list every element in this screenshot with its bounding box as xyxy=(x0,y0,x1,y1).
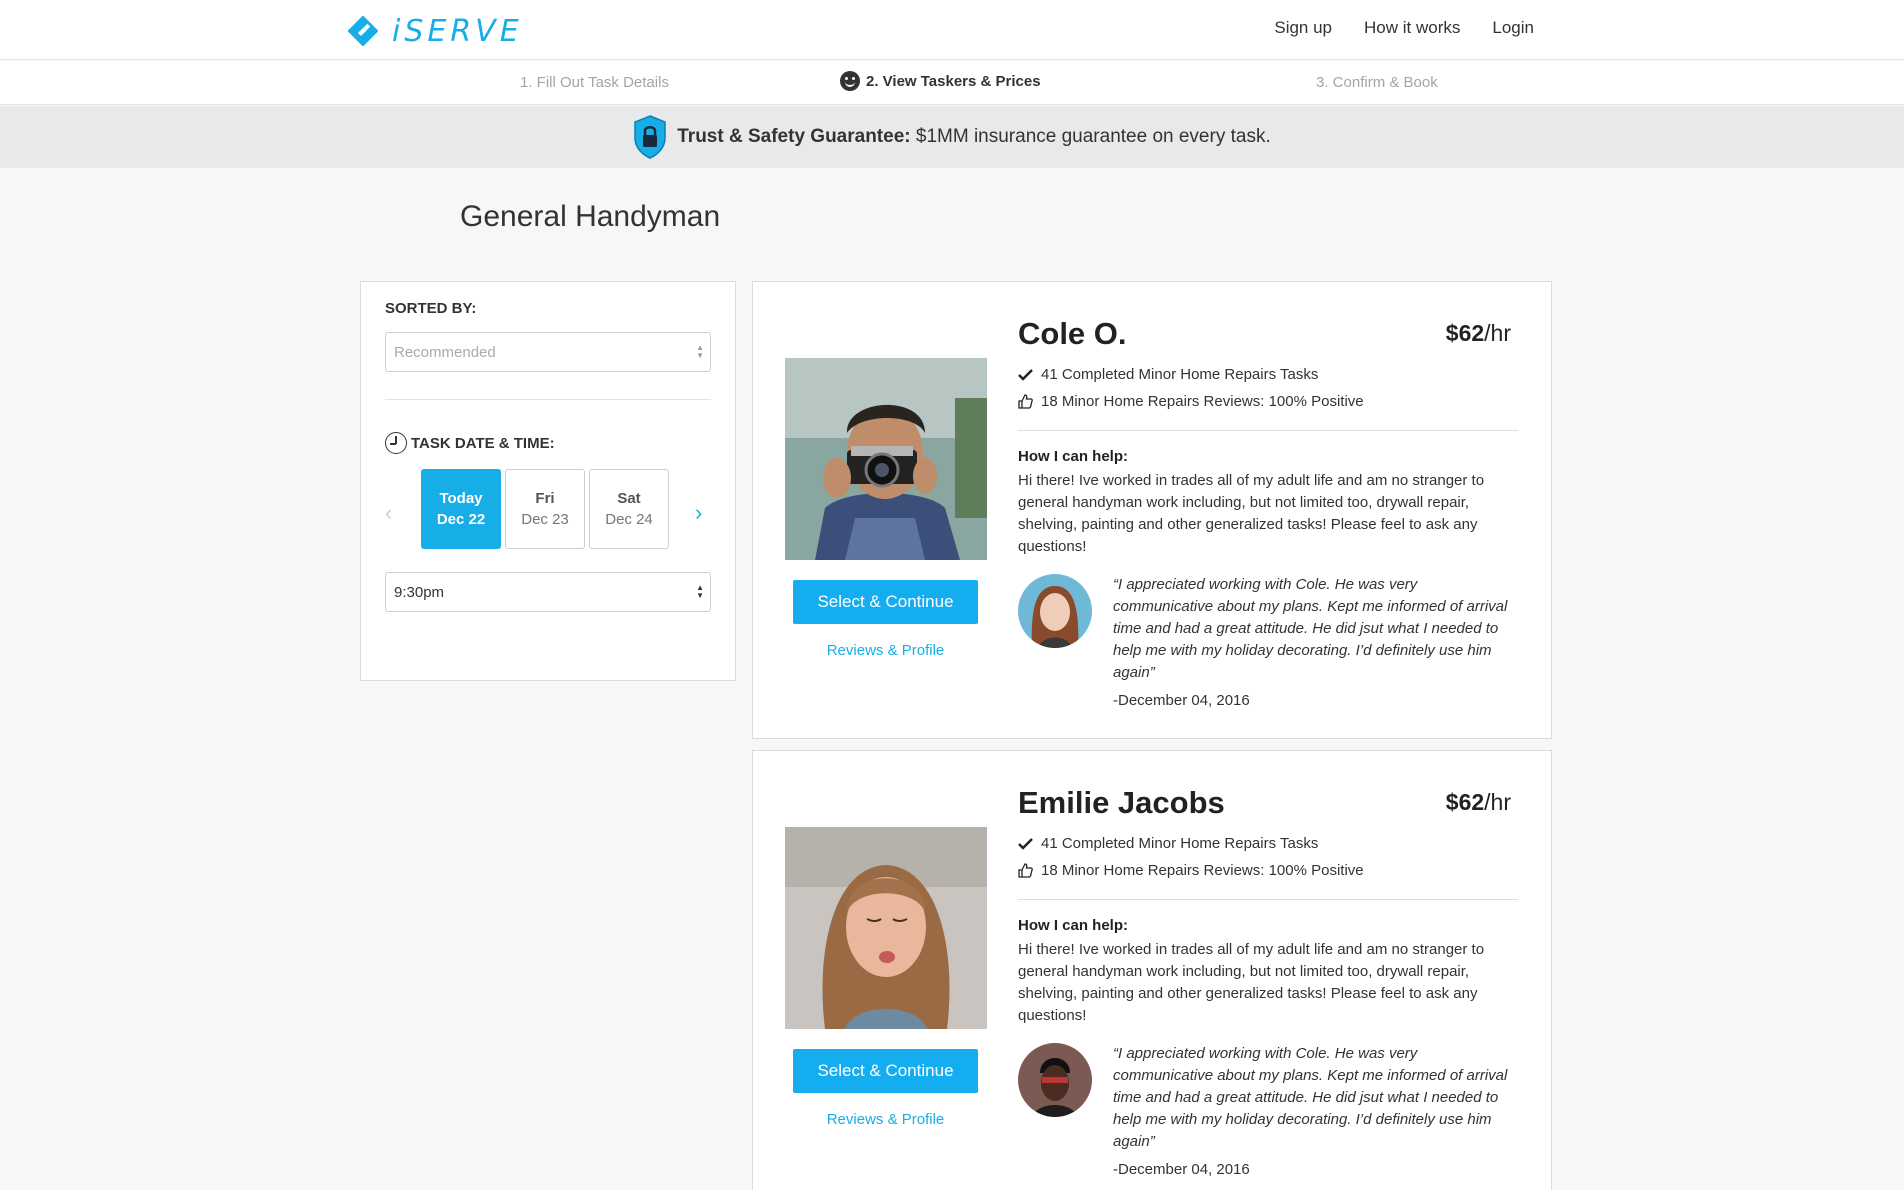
task-date-heading: TASK DATE & TIME: xyxy=(385,432,555,454)
review-date: -December 04, 2016 xyxy=(1113,692,1250,709)
reviews-profile-link[interactable]: Reviews & Profile xyxy=(793,1111,978,1128)
tasker-card: Select & Continue Reviews & Profile Emil… xyxy=(752,750,1552,1190)
reviews-stat-text: 18 Minor Home Repairs Reviews: 100% Posi… xyxy=(1041,393,1364,410)
top-nav: Sign up How it works Login xyxy=(1274,18,1534,38)
rate-amount: $62 xyxy=(1445,789,1485,815)
day-name: Fri xyxy=(535,490,555,507)
tasker-photo xyxy=(785,827,987,1029)
page-title: General Handyman xyxy=(460,200,721,233)
step-2[interactable]: 2. View Taskers & Prices xyxy=(840,71,1041,91)
tasker-photo-image xyxy=(785,827,987,1029)
tasks-stat: 41 Completed Minor Home Repairs Tasks xyxy=(1018,835,1318,852)
trust-description: $1MM insurance guarantee on every task. xyxy=(910,126,1271,147)
time-select[interactable]: 9:30pm ▲ ▼ xyxy=(385,572,711,612)
day-date: Dec 22 xyxy=(436,511,486,528)
select-continue-button[interactable]: Select & Continue xyxy=(793,580,978,624)
reviews-stat: 18 Minor Home Repairs Reviews: 100% Posi… xyxy=(1018,862,1364,879)
reviewer-avatar xyxy=(1018,1043,1092,1117)
checkmark-icon xyxy=(1018,368,1033,381)
logo-wordmark: iSERVE xyxy=(392,13,523,49)
chevron-left-icon[interactable]: ‹ xyxy=(385,500,392,526)
help-heading: How I can help: xyxy=(1018,448,1129,465)
select-continue-button[interactable]: Select & Continue xyxy=(793,1049,978,1093)
sort-select[interactable]: Recommended ▲ ▼ xyxy=(385,332,711,372)
help-text: Hi there! Ive worked in trades all of my… xyxy=(1018,472,1485,555)
checkmark-icon xyxy=(1018,837,1033,850)
tasker-card: Select & Continue Reviews & Profile Cole… xyxy=(752,281,1552,739)
trust-title: Trust & Safety Guarantee: xyxy=(677,126,911,147)
day-date: Dec 23 xyxy=(521,511,569,528)
reviewer-avatar-image xyxy=(1018,1043,1092,1117)
reviewer-avatar xyxy=(1018,574,1092,648)
tasker-rate: $62/hr xyxy=(1446,320,1511,347)
reviews-stat: 18 Minor Home Repairs Reviews: 100% Posi… xyxy=(1018,393,1364,410)
rate-amount: $62 xyxy=(1445,320,1485,346)
nav-signup-link[interactable]: Sign up xyxy=(1274,18,1332,38)
thumbs-up-icon xyxy=(1018,394,1033,409)
trust-text: Trust & Safety Guarantee: $1MM insurance… xyxy=(677,126,1270,148)
rate-unit: /hr xyxy=(1484,789,1511,815)
logo-icon xyxy=(348,16,378,46)
trust-banner: Trust & Safety Guarantee: $1MM insurance… xyxy=(0,106,1904,168)
shield-lock-icon xyxy=(634,115,666,159)
review-date: -December 04, 2016 xyxy=(1113,1161,1250,1178)
step-2-label: 2. View Taskers & Prices xyxy=(866,72,1041,90)
tasks-stat-text: 41 Completed Minor Home Repairs Tasks xyxy=(1041,366,1319,383)
chevron-right-icon[interactable]: › xyxy=(695,500,702,526)
day-name: Sat xyxy=(617,490,641,507)
sorted-by-label: SORTED BY: xyxy=(385,300,477,317)
tasker-name: Cole O. xyxy=(1018,316,1127,351)
task-date-label: TASK DATE & TIME: xyxy=(411,434,555,452)
reviews-profile-link[interactable]: Reviews & Profile xyxy=(793,642,978,659)
day-name: Today xyxy=(439,490,483,507)
filter-sidebar: SORTED BY: Recommended ▲ ▼ TASK DATE & TI… xyxy=(360,281,736,681)
nav-how-it-works-link[interactable]: How it works xyxy=(1364,18,1460,38)
help-text: Hi there! Ive worked in trades all of my… xyxy=(1018,941,1485,1024)
top-header: iSERVE Sign up How it works Login xyxy=(0,0,1904,60)
brand-logo[interactable]: iSERVE xyxy=(348,13,523,49)
reviewer-avatar-image xyxy=(1018,574,1092,648)
select-arrows-icon: ▲ ▼ xyxy=(696,343,704,360)
tasker-name: Emilie Jacobs xyxy=(1018,785,1225,820)
tasker-photo xyxy=(785,358,987,560)
help-heading: How I can help: xyxy=(1018,917,1129,934)
thumbs-up-icon xyxy=(1018,863,1033,878)
divider xyxy=(385,399,711,400)
review-quote: “I appreciated working with Cole. He was… xyxy=(1113,1045,1508,1150)
select-arrows-icon: ▲ ▼ xyxy=(696,583,704,600)
smile-icon xyxy=(840,71,860,91)
rate-unit: /hr xyxy=(1484,320,1511,346)
reviews-stat-text: 18 Minor Home Repairs Reviews: 100% Posi… xyxy=(1041,862,1364,879)
nav-login-link[interactable]: Login xyxy=(1492,18,1534,38)
time-select-value: 9:30pm xyxy=(394,583,445,601)
progress-steps: 1. Fill Out Task Details 2. View Taskers… xyxy=(0,61,1904,105)
day-sat[interactable]: Sat Dec 24 xyxy=(589,469,669,549)
step-1[interactable]: 1. Fill Out Task Details xyxy=(520,74,669,91)
sort-select-value: Recommended xyxy=(394,343,496,361)
tasks-stat: 41 Completed Minor Home Repairs Tasks xyxy=(1018,366,1318,383)
day-date: Dec 24 xyxy=(605,511,653,528)
tasker-rate: $62/hr xyxy=(1446,789,1511,816)
tasks-stat-text: 41 Completed Minor Home Repairs Tasks xyxy=(1041,835,1319,852)
day-today[interactable]: Today Dec 22 xyxy=(421,469,501,549)
day-fri[interactable]: Fri Dec 23 xyxy=(505,469,585,549)
review-quote: “I appreciated working with Cole. He was… xyxy=(1113,576,1508,681)
divider xyxy=(1018,899,1518,900)
tasker-photo-image xyxy=(785,358,987,560)
step-3[interactable]: 3. Confirm & Book xyxy=(1316,74,1438,91)
clock-icon xyxy=(385,432,407,454)
divider xyxy=(1018,430,1518,431)
